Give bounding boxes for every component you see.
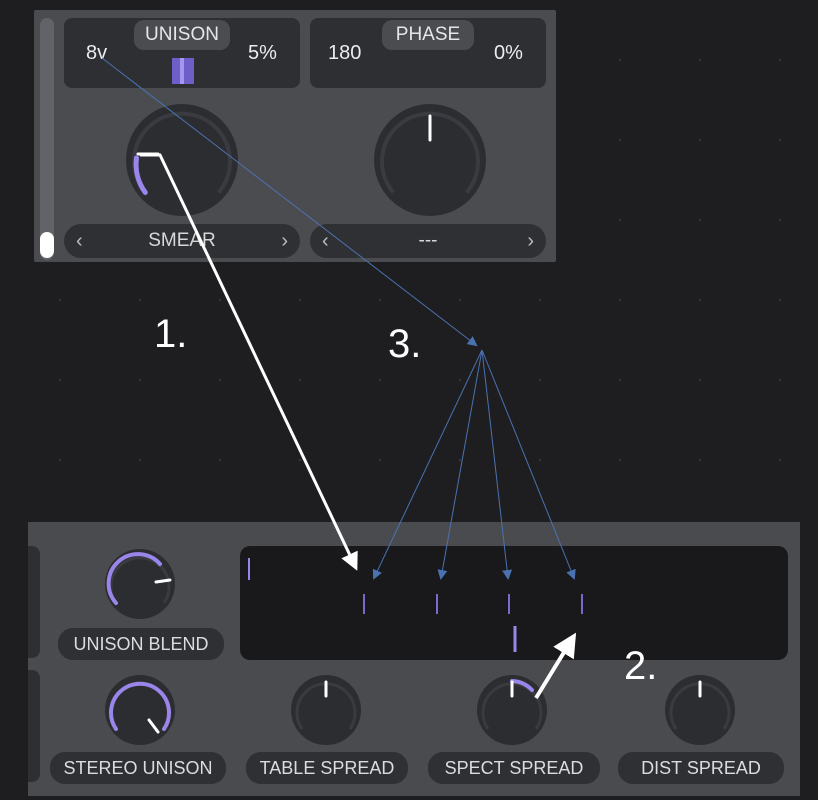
scrollbar[interactable]: [40, 18, 54, 260]
unison-blend-label: UNISON BLEND: [58, 628, 224, 660]
table-spread-label: TABLE SPREAD: [246, 752, 408, 784]
phase-knob[interactable]: [372, 102, 488, 218]
chevron-right-icon[interactable]: ›: [281, 224, 288, 258]
unison-voices-value[interactable]: 8v: [86, 42, 107, 65]
unison-voice-meter: [172, 58, 194, 84]
unison-detune-value[interactable]: 5%: [248, 42, 277, 65]
annotation-step-1: 1.: [154, 312, 188, 356]
left-edge-block-top: [28, 546, 40, 658]
chevron-left-icon[interactable]: ‹: [76, 224, 83, 258]
dist-spread-label: DIST SPREAD: [618, 752, 784, 784]
unison-title: UNISON: [134, 20, 230, 50]
phase-mode-selector[interactable]: ‹ --- ›: [310, 224, 546, 258]
phase-degrees-value[interactable]: 180: [328, 42, 361, 65]
stereo-unison-knob[interactable]: [104, 674, 176, 746]
phase-random-value[interactable]: 0%: [494, 42, 523, 65]
spect-spread-knob[interactable]: [476, 674, 548, 746]
phase-mode-label: ---: [418, 230, 438, 251]
dist-spread-knob[interactable]: [664, 674, 736, 746]
phase-title: PHASE: [382, 20, 474, 50]
left-edge-block-bottom: [28, 670, 40, 782]
chevron-left-icon[interactable]: ‹: [322, 224, 329, 258]
chevron-right-icon[interactable]: ›: [527, 224, 534, 258]
spect-spread-label: SPECT SPREAD: [428, 752, 600, 784]
stereo-unison-label: STEREO UNISON: [50, 752, 226, 784]
table-spread-knob[interactable]: [290, 674, 362, 746]
unison-voice-display: [240, 546, 788, 660]
unison-mode-label: SMEAR: [148, 230, 216, 251]
annotation-step-2: 2.: [624, 644, 658, 688]
unison-mode-selector[interactable]: ‹ SMEAR ›: [64, 224, 300, 258]
scrollbar-thumb[interactable]: [40, 232, 54, 258]
unison-blend-knob[interactable]: [104, 548, 176, 620]
unison-detune-knob[interactable]: [124, 102, 240, 218]
annotation-step-3: 3.: [388, 322, 422, 366]
